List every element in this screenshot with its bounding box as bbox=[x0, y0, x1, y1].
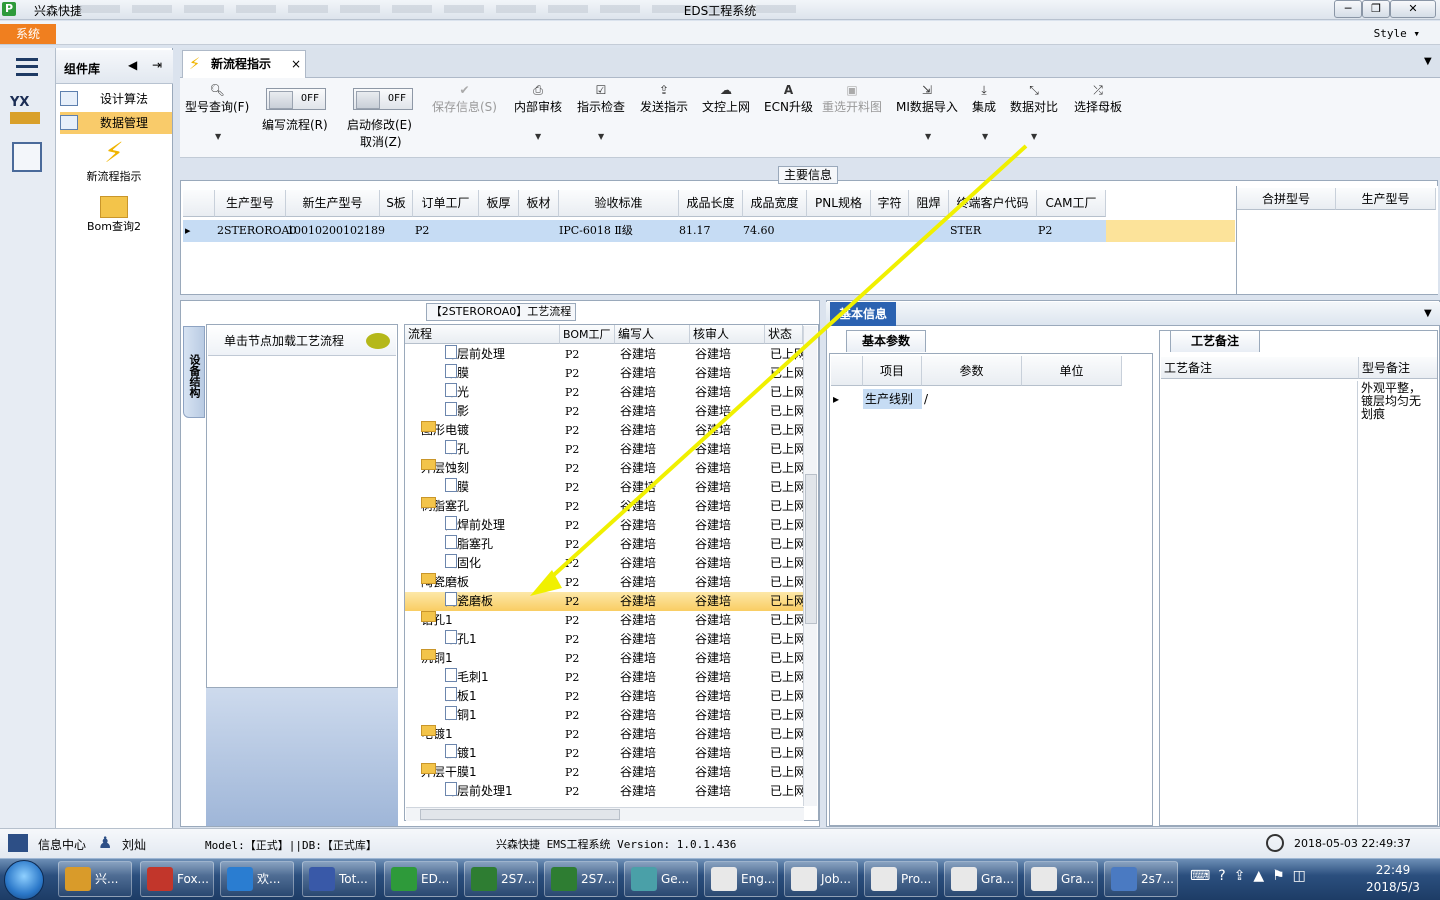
grid-icon bbox=[8, 834, 28, 852]
taskbar-app-label: Tot... bbox=[339, 872, 368, 886]
taskbar-app-label: Pro... bbox=[901, 872, 932, 886]
app-icon bbox=[951, 867, 977, 891]
taskbar-app-button[interactable]: 2s7... bbox=[1104, 861, 1178, 897]
app-icon bbox=[1111, 867, 1137, 891]
taskbar-app-label: 欢... bbox=[257, 872, 281, 886]
user-icon: ♟ bbox=[98, 833, 113, 852]
taskbar-time: 22:49 bbox=[1375, 863, 1411, 877]
app-icon bbox=[65, 867, 91, 891]
taskbar-app-button[interactable]: 2S7... bbox=[544, 861, 618, 897]
taskbar-app-button[interactable]: 2S7... bbox=[464, 861, 538, 897]
taskbar-app-button[interactable]: 兴... bbox=[58, 861, 132, 897]
taskbar-app-button[interactable]: Gra... bbox=[944, 861, 1018, 897]
app-icon bbox=[551, 867, 577, 891]
taskbar-app-button[interactable]: Job... bbox=[784, 861, 858, 897]
app-icon bbox=[1031, 867, 1057, 891]
info-center-link[interactable]: 信息中心 bbox=[38, 836, 86, 853]
taskbar-app-label: Ge... bbox=[661, 872, 690, 886]
taskbar-app-button[interactable]: Eng... bbox=[704, 861, 778, 897]
taskbar-app-button[interactable]: ED... bbox=[384, 861, 458, 897]
taskbar-app-button[interactable]: Ge... bbox=[624, 861, 698, 897]
app-icon bbox=[711, 867, 737, 891]
taskbar-app-label: Eng... bbox=[741, 872, 776, 886]
taskbar-app-label: 2S7... bbox=[501, 872, 536, 886]
taskbar-app-button[interactable]: Tot... bbox=[302, 861, 376, 897]
app-icon bbox=[791, 867, 817, 891]
taskbar-app-label: Gra... bbox=[981, 872, 1015, 886]
taskbar-clock[interactable]: 22:49 2018/5/3 bbox=[1350, 862, 1436, 898]
app-icon bbox=[471, 867, 497, 891]
taskbar-app-button[interactable]: 欢... bbox=[220, 861, 294, 897]
user-name: 刘灿 bbox=[122, 838, 147, 852]
app-icon bbox=[871, 867, 897, 891]
status-datetime: 2018-05-03 22:49:37 bbox=[1294, 837, 1411, 850]
start-button[interactable] bbox=[4, 860, 44, 900]
app-icon bbox=[391, 867, 417, 891]
taskbar-app-label: Fox... bbox=[177, 872, 209, 886]
taskbar-app-label: ED... bbox=[421, 872, 450, 886]
system-tray-icons[interactable]: ⌨?⇪▲⚑◫ bbox=[1190, 868, 1340, 892]
arrow-line bbox=[544, 144, 1028, 584]
app-version: 兴森快捷 EMS工程系统 Version: 1.0.1.436 bbox=[496, 838, 737, 851]
taskbar-app-label: Gra... bbox=[1061, 872, 1095, 886]
db-status: Model:【正式】||DB:【正式库】 bbox=[205, 839, 377, 852]
taskbar-app-label: 2S7... bbox=[581, 872, 616, 886]
annotation-arrow bbox=[530, 144, 1028, 596]
taskbar-app-label: 兴... bbox=[95, 872, 119, 886]
app-icon bbox=[227, 867, 253, 891]
taskbar-app-button[interactable]: Gra... bbox=[1024, 861, 1098, 897]
clock-icon bbox=[1266, 834, 1284, 852]
taskbar-app-button[interactable]: Pro... bbox=[864, 861, 938, 897]
taskbar-app-label: 2s7... bbox=[1141, 872, 1174, 886]
app-icon bbox=[631, 867, 657, 891]
app-icon bbox=[147, 867, 173, 891]
taskbar-app-button[interactable]: Fox... bbox=[140, 861, 214, 897]
status-bar: 信息中心 ♟ 刘灿 Model:【正式】||DB:【正式库】 兴森快捷 EMS工… bbox=[0, 828, 1440, 858]
taskbar-app-label: Job... bbox=[821, 872, 851, 886]
taskbar-date: 2018/5/3 bbox=[1366, 880, 1420, 894]
app-icon bbox=[309, 867, 335, 891]
